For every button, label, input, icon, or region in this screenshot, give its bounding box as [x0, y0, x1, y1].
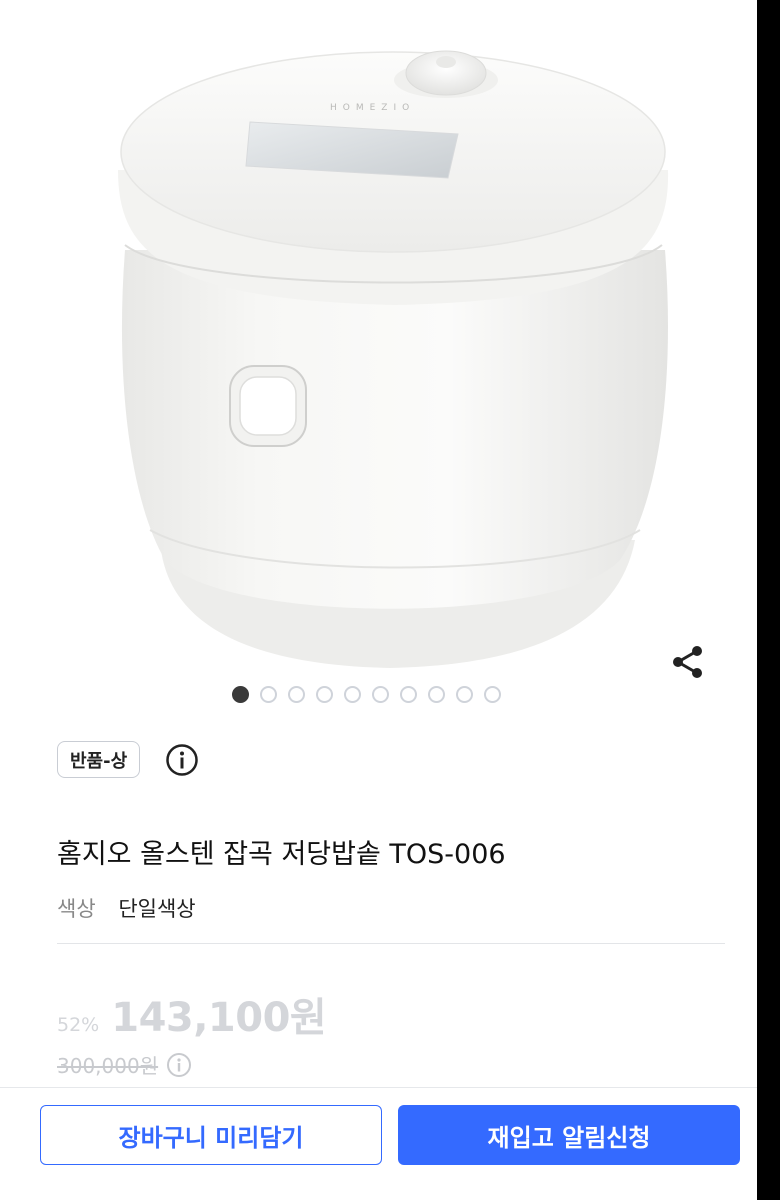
option-row: 색상 단일색상 — [57, 893, 196, 923]
condition-badge: 반품-상 — [57, 741, 141, 778]
share-icon — [673, 646, 702, 678]
carousel-dot[interactable] — [316, 686, 333, 703]
carousel-dot[interactable] — [484, 686, 501, 703]
svg-text:HOMEZIO: HOMEZIO — [330, 103, 415, 113]
rice-cooker-illustration: HOMEZIO — [118, 50, 669, 668]
divider — [57, 943, 725, 944]
option-label: 색상 — [57, 897, 96, 921]
original-price: 300,000원 — [57, 1054, 159, 1078]
share-button[interactable] — [666, 640, 710, 684]
carousel-dot[interactable] — [232, 686, 249, 703]
carousel-dot[interactable] — [260, 686, 277, 703]
carousel-dot[interactable] — [288, 686, 305, 703]
sale-price: 143,100원 — [111, 995, 327, 1041]
carousel-dot[interactable] — [456, 686, 473, 703]
product-image[interactable]: HOMEZIO — [0, 0, 757, 715]
screen-edge — [757, 0, 780, 1200]
add-to-cart-button[interactable]: 장바구니 미리담기 — [40, 1105, 382, 1165]
price-row: 52% 143,100원 — [57, 985, 327, 1043]
product-detail-page: HOMEZIO 반품-상 홈지오 올스텐 잡곡 저당밥솥 TOS-006 색상 … — [0, 0, 757, 1200]
carousel-dot[interactable] — [372, 686, 389, 703]
discount-rate: 52% — [57, 1014, 100, 1036]
restock-notify-button[interactable]: 재입고 알림신청 — [398, 1105, 740, 1165]
carousel-dot[interactable] — [344, 686, 361, 703]
carousel-dot[interactable] — [400, 686, 417, 703]
info-icon[interactable] — [165, 743, 199, 777]
option-value: 단일색상 — [118, 897, 196, 921]
original-price-row: 300,000원 — [57, 1050, 192, 1079]
price-info-icon[interactable] — [166, 1052, 192, 1078]
carousel-pagination — [232, 686, 501, 703]
carousel-dot[interactable] — [428, 686, 445, 703]
product-title: 홈지오 올스텐 잡곡 저당밥솥 TOS-006 — [57, 839, 506, 870]
